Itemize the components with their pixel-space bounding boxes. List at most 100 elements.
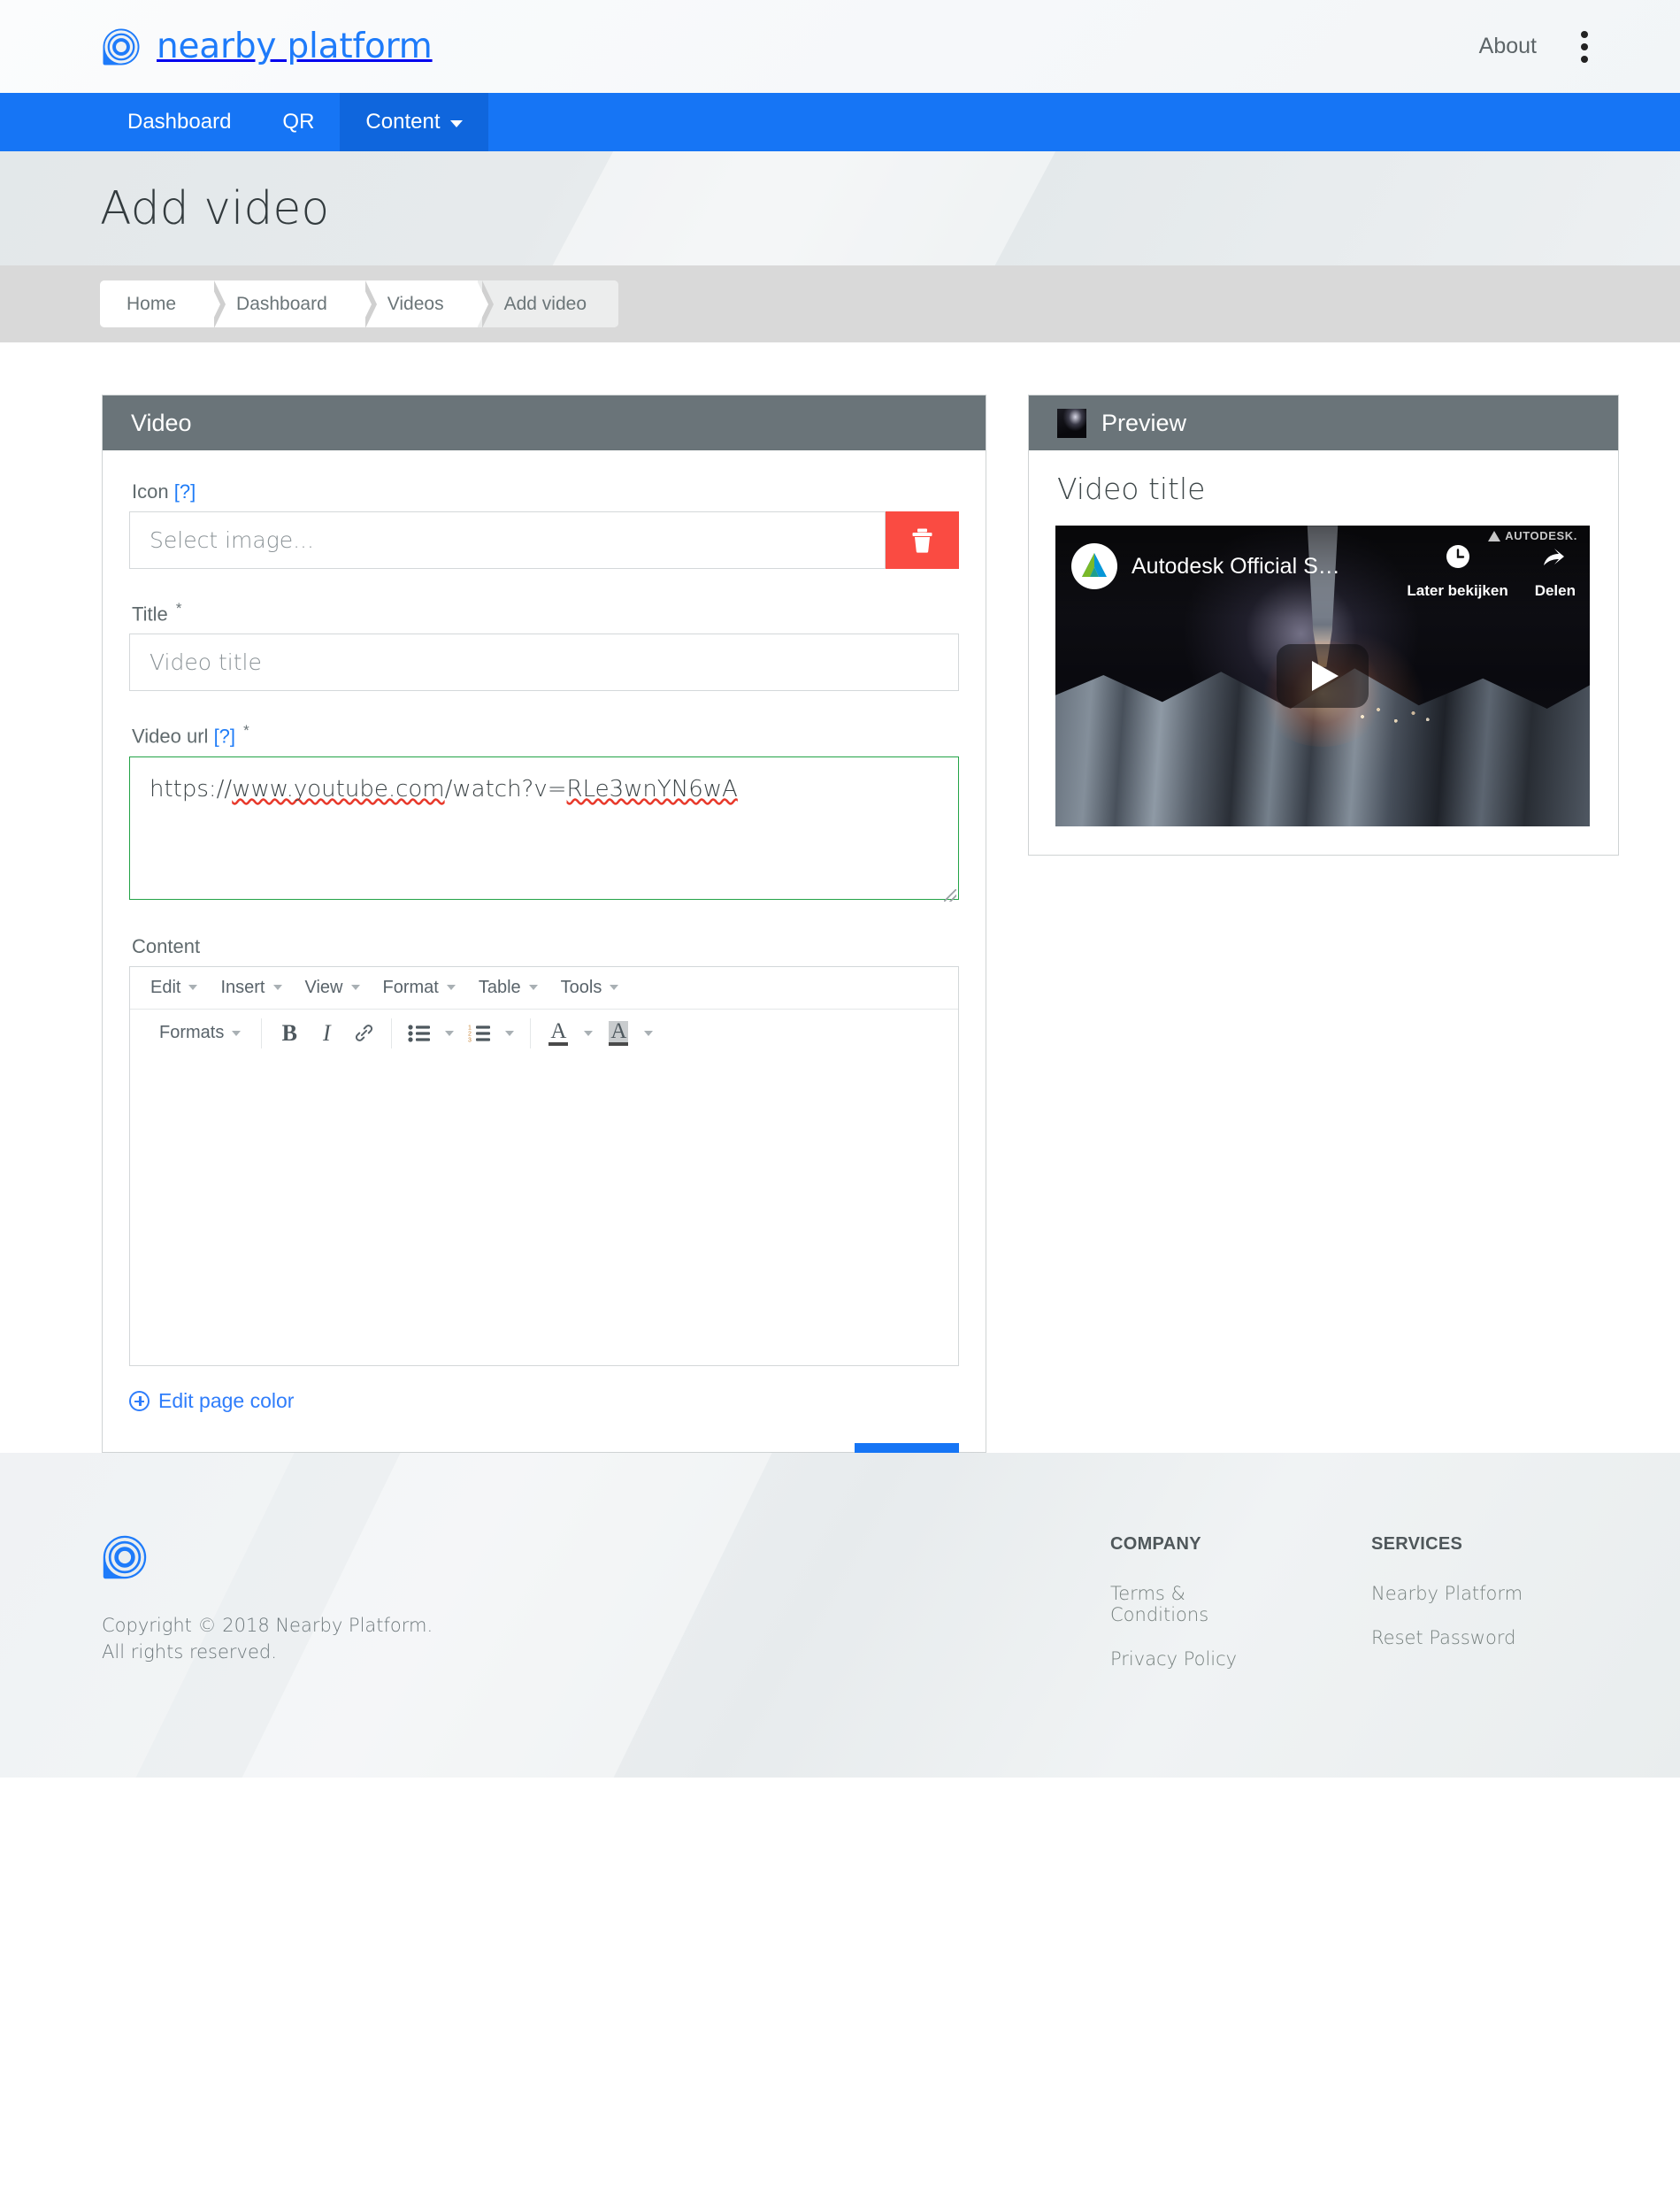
icon-help-link[interactable]: [?]	[174, 480, 196, 503]
editor-toolbar: Formats B I 1 2 3 A A	[130, 1010, 958, 1057]
target-pin-logo-icon	[102, 27, 141, 66]
about-link[interactable]: About	[1479, 34, 1537, 59]
chevron-down-icon	[272, 985, 282, 991]
text-color-options-caret[interactable]	[577, 1016, 600, 1051]
nav-item-content[interactable]: Content	[340, 93, 489, 151]
textarea-resize-handle[interactable]	[944, 888, 956, 902]
footer-column-services: SERVICES Nearby Platform Reset Password	[1371, 1534, 1530, 1778]
editor-menu-format[interactable]: Format	[372, 971, 467, 1004]
icon-select-input[interactable]	[129, 511, 886, 569]
editor-menu-table[interactable]: Table	[467, 971, 549, 1004]
video-thumbnail-icon	[1057, 408, 1086, 438]
toolbar-group-inline: B I	[262, 1016, 393, 1051]
editor-menubar: Edit Insert View Format Table Tools	[130, 966, 958, 1010]
kebab-menu-icon[interactable]	[1576, 26, 1593, 68]
autodesk-logo-icon	[1071, 543, 1117, 589]
chevron-down-icon	[350, 985, 360, 991]
breadcrumb-item-dashboard[interactable]: Dashboard	[210, 280, 377, 327]
background-color-options-caret[interactable]	[637, 1016, 660, 1051]
embed-watch-later-button[interactable]: Later bekijken	[1407, 541, 1508, 600]
toolbar-group-formats: Formats	[139, 1017, 263, 1050]
chevron-down-icon	[232, 1030, 242, 1036]
page-footer: Copyright © 2018 Nearby Platform. All ri…	[0, 1453, 1680, 1778]
footer-link-columns: COMPANY Terms & Conditions Privacy Polic…	[1110, 1534, 1530, 1778]
breadcrumb-strip: Home Dashboard Videos Add video	[0, 265, 1680, 342]
nav-item-label: QR	[282, 110, 315, 134]
icon-field-row	[129, 511, 959, 569]
toolbar-group-colors: A A	[531, 1018, 669, 1048]
numbered-list-options-caret[interactable]	[498, 1016, 521, 1051]
title-input[interactable]	[129, 634, 959, 692]
bullet-list-icon[interactable]	[401, 1016, 438, 1051]
brand-name: nearby platform	[157, 27, 433, 66]
share-arrow-icon	[1540, 541, 1570, 576]
url-help-link[interactable]: [?]	[214, 726, 235, 748]
top-bar: nearby platform About	[0, 0, 1680, 93]
page-header: Add video	[0, 151, 1680, 265]
icon-field-label: Icon [?]	[132, 480, 196, 503]
text-color-split: A	[540, 1016, 600, 1051]
autodesk-mark-icon	[1488, 530, 1501, 541]
breadcrumb-item-videos[interactable]: Videos	[360, 280, 494, 327]
main-navigation: Dashboard QR Content	[0, 93, 1680, 151]
embed-share-label: Delen	[1534, 582, 1576, 599]
breadcrumb-item-home[interactable]: Home	[100, 280, 226, 327]
footer-copyright-line-1: Copyright © 2018 Nearby Platform.	[102, 1615, 433, 1636]
trash-icon	[911, 528, 933, 553]
chevron-down-icon	[610, 985, 619, 991]
editor-menu-insert[interactable]: Insert	[209, 971, 293, 1004]
content-field-label: Content	[132, 934, 201, 957]
video-panel-title: Video	[131, 409, 192, 436]
nav-item-qr[interactable]: QR	[257, 93, 340, 151]
footer-link-privacy[interactable]: Privacy Policy	[1110, 1648, 1270, 1670]
bullet-list-split	[401, 1016, 461, 1051]
text-color-button[interactable]: A	[540, 1016, 577, 1051]
footer-link-terms[interactable]: Terms & Conditions	[1110, 1583, 1270, 1625]
chevron-down-icon	[188, 985, 198, 991]
top-bar-right: About	[1479, 26, 1645, 68]
editor-menu-tools[interactable]: Tools	[549, 971, 631, 1004]
toolbar-group-lists: 123	[392, 1016, 532, 1051]
nav-item-label: Dashboard	[127, 110, 232, 134]
play-button-icon[interactable]	[1277, 644, 1369, 708]
numbered-list-split: 123	[461, 1016, 521, 1051]
editor-menu-edit[interactable]: Edit	[139, 971, 209, 1004]
video-form-body: Icon [?] Title *	[103, 450, 986, 1537]
chevron-down-icon	[450, 120, 464, 127]
icon-delete-button[interactable]	[886, 511, 959, 569]
footer-brand-block: Copyright © 2018 Nearby Platform. All ri…	[102, 1534, 1110, 1778]
breadcrumb: Home Dashboard Videos Add video	[100, 280, 619, 327]
nav-item-label: Content	[365, 110, 441, 134]
background-color-split: A	[600, 1016, 660, 1051]
youtube-embed-player[interactable]: Autodesk Official S… AUTODESK. Later bek…	[1055, 526, 1590, 826]
link-icon[interactable]	[345, 1016, 382, 1051]
brand-home-link[interactable]: nearby platform	[102, 27, 433, 66]
chevron-down-icon	[505, 1030, 515, 1036]
footer-copyright: Copyright © 2018 Nearby Platform. All ri…	[102, 1612, 1110, 1666]
editor-content-area[interactable]	[130, 1056, 958, 1365]
italic-button[interactable]: I	[308, 1016, 345, 1051]
embed-watermark: AUTODESK.	[1488, 529, 1577, 542]
video-url-textarea[interactable]	[129, 756, 959, 900]
footer-link-nearby-platform[interactable]: Nearby Platform	[1371, 1583, 1530, 1604]
background-color-button[interactable]: A	[600, 1016, 637, 1051]
bullet-list-options-caret[interactable]	[438, 1016, 461, 1051]
embed-actions: Later bekijken Delen	[1407, 541, 1576, 600]
embed-share-button[interactable]: Delen	[1535, 541, 1576, 600]
bold-button[interactable]: B	[271, 1016, 308, 1051]
svg-text:3: 3	[468, 1037, 472, 1043]
preview-video-title: Video title	[1057, 472, 1206, 506]
numbered-list-icon[interactable]: 123	[461, 1016, 498, 1051]
editor-formats-dropdown[interactable]: Formats	[148, 1017, 252, 1050]
editor-menu-view[interactable]: View	[294, 971, 372, 1004]
chevron-down-icon	[446, 985, 456, 991]
svg-text:1: 1	[468, 1025, 472, 1031]
footer-link-reset-password[interactable]: Reset Password	[1371, 1627, 1530, 1648]
footer-column-heading: COMPANY	[1110, 1534, 1201, 1554]
target-pin-logo-icon	[102, 1534, 1110, 1580]
nav-item-dashboard[interactable]: Dashboard	[102, 93, 257, 151]
embed-channel[interactable]: Autodesk Official S…	[1071, 543, 1340, 589]
footer-column-company: COMPANY Terms & Conditions Privacy Polic…	[1110, 1534, 1270, 1778]
edit-page-color-link[interactable]: Edit page color	[129, 1389, 959, 1413]
preview-panel-header: Preview	[1029, 395, 1618, 450]
